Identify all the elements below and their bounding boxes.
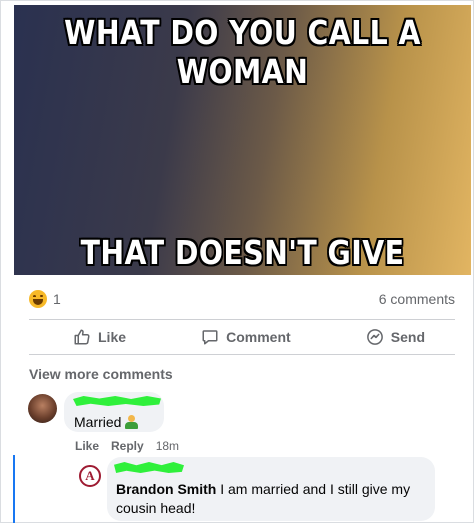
comment-timestamp[interactable]: 18m: [156, 439, 179, 453]
comments-count-link[interactable]: 6 comments: [379, 291, 455, 307]
divider: [29, 319, 455, 320]
like-label: Like: [98, 329, 127, 345]
like-button[interactable]: Like: [73, 328, 126, 346]
reactions-summary[interactable]: 1: [29, 290, 61, 308]
meme-bottom-text: THAT DOESN'T GIVE HEAD: [80, 233, 405, 275]
meme-image[interactable]: WHAT DO YOU CALL A WOMAN THAT DOESN'T GI…: [14, 5, 471, 275]
reply-author-link[interactable]: Brandon Smith: [116, 481, 216, 497]
post-card: WHAT DO YOU CALL A WOMAN THAT DOESN'T GI…: [0, 0, 474, 523]
view-more-comments-link[interactable]: View more comments: [29, 366, 173, 382]
divider: [29, 354, 455, 355]
comment-label: Comment: [226, 329, 291, 345]
send-button[interactable]: Send: [366, 328, 425, 346]
comment-reply-link[interactable]: Reply: [111, 439, 144, 453]
avatar[interactable]: [28, 394, 57, 423]
avatar[interactable]: A: [79, 465, 101, 487]
comment-text: Married: [74, 414, 139, 430]
send-label: Send: [390, 329, 425, 345]
comment-body: Married: [74, 414, 122, 430]
comment-meta: Like Reply 18m: [75, 439, 179, 453]
comment-button[interactable]: Comment: [201, 328, 291, 346]
comment-like-link[interactable]: Like: [75, 439, 99, 453]
person-emoji-icon: [124, 415, 139, 429]
comment-bubble-icon: [202, 330, 218, 345]
haha-icon: [29, 290, 47, 308]
avatar-letter-logo: A: [85, 468, 95, 483]
reply-thread-line: [13, 455, 15, 523]
post-actions-bar: Like Comment Send: [29, 321, 455, 353]
meme-top-text: WHAT DO YOU CALL A WOMAN: [64, 13, 421, 91]
thumbs-up-icon: [74, 329, 90, 345]
reply-text: Brandon Smith I am married and I still g…: [116, 480, 426, 518]
messenger-icon: [366, 329, 383, 345]
reaction-count: 1: [53, 291, 61, 307]
